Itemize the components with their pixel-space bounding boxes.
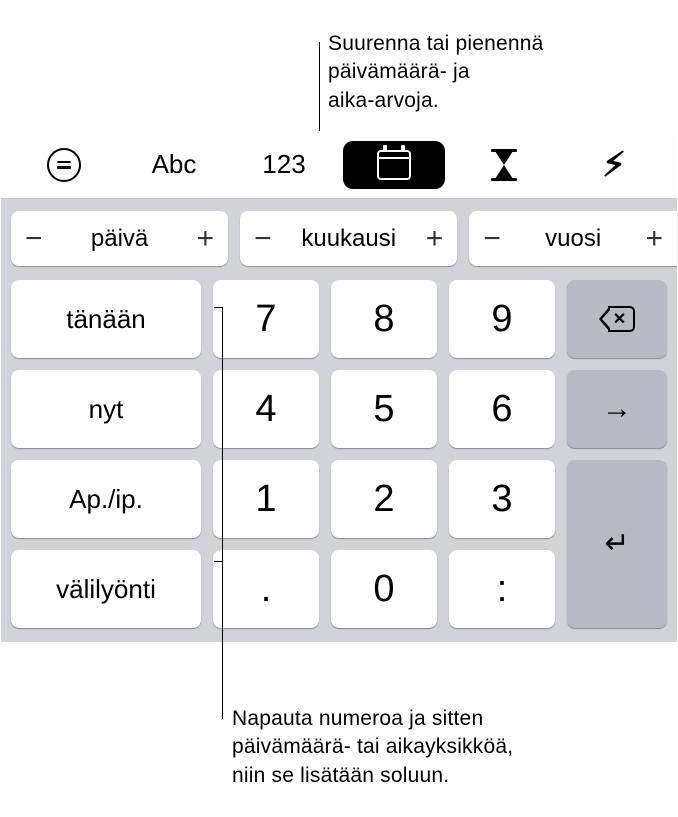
- minus-icon: −: [25, 222, 43, 256]
- day-stepper[interactable]: − päivä +: [11, 211, 228, 266]
- minus-icon: −: [254, 222, 272, 256]
- key-3[interactable]: 3: [449, 460, 555, 538]
- annotation-bottom: Napauta numeroa ja sittenpäivämäärä- tai…: [232, 705, 513, 790]
- plus-icon: +: [197, 222, 215, 256]
- keypad-area: tänään 7 8 9 ✕ nyt 4 5 6 → Ap./ip. 1 2 3…: [1, 274, 677, 642]
- annotation-bottom-text: Napauta numeroa ja sittenpäivämäärä- tai…: [232, 707, 513, 787]
- key-4[interactable]: 4: [213, 370, 319, 448]
- backspace-icon: ✕: [599, 306, 635, 332]
- quick-actions-button[interactable]: ⚡︎: [563, 141, 665, 189]
- ampm-label: Ap./ip.: [69, 484, 143, 515]
- hourglass-icon: [491, 149, 517, 181]
- text-mode-button[interactable]: Abc: [123, 141, 225, 189]
- keyboard-mode-toolbar: Abc 123 ⚡︎: [1, 131, 677, 199]
- now-button[interactable]: nyt: [11, 370, 201, 448]
- list-icon: [47, 148, 81, 182]
- annotation-top-text: Suurenna tai pienennäpäivämäärä- jaaika-…: [328, 32, 544, 112]
- key-7[interactable]: 7: [213, 280, 319, 358]
- bolt-icon: ⚡︎: [602, 148, 626, 182]
- key-1[interactable]: 1: [213, 460, 319, 538]
- number-mode-label: 123: [262, 149, 305, 180]
- ampm-button[interactable]: Ap./ip.: [11, 460, 201, 538]
- date-unit-row: − päivä + − kuukausi + − vuosi +: [1, 199, 677, 274]
- day-label: päivä: [91, 225, 148, 253]
- now-label: nyt: [89, 394, 124, 425]
- return-button[interactable]: ↵: [567, 460, 667, 628]
- return-icon: ↵: [604, 529, 629, 559]
- plus-icon: +: [645, 222, 663, 256]
- text-mode-label: Abc: [152, 149, 197, 180]
- key-2[interactable]: 2: [331, 460, 437, 538]
- plus-icon: +: [426, 222, 444, 256]
- forms-mode-button[interactable]: [13, 141, 115, 189]
- key-0[interactable]: 0: [331, 550, 437, 628]
- year-stepper[interactable]: − vuosi +: [469, 211, 677, 266]
- datetime-mode-button[interactable]: [343, 141, 445, 189]
- key-dot[interactable]: .: [213, 550, 319, 628]
- key-6[interactable]: 6: [449, 370, 555, 448]
- annotation-top: Suurenna tai pienennäpäivämäärä- jaaika-…: [328, 30, 544, 115]
- today-label: tänään: [66, 304, 146, 335]
- duration-mode-button[interactable]: [453, 141, 555, 189]
- key-5[interactable]: 5: [331, 370, 437, 448]
- year-label: vuosi: [545, 225, 601, 253]
- key-8[interactable]: 8: [331, 280, 437, 358]
- next-button[interactable]: →: [567, 370, 667, 448]
- callout-line-bottom: [222, 419, 223, 719]
- month-label: kuukausi: [301, 225, 396, 253]
- space-button[interactable]: välilyönti: [11, 550, 201, 628]
- number-mode-button[interactable]: 123: [233, 141, 335, 189]
- calendar-icon: [377, 150, 411, 180]
- minus-icon: −: [483, 222, 501, 256]
- backspace-button[interactable]: ✕: [567, 280, 667, 358]
- today-button[interactable]: tänään: [11, 280, 201, 358]
- arrow-right-icon: →: [602, 394, 632, 424]
- month-stepper[interactable]: − kuukausi +: [240, 211, 457, 266]
- key-colon[interactable]: :: [449, 550, 555, 628]
- key-9[interactable]: 9: [449, 280, 555, 358]
- keyboard-container: Abc 123 ⚡︎ − päivä: [1, 131, 677, 642]
- space-label: välilyönti: [56, 574, 156, 605]
